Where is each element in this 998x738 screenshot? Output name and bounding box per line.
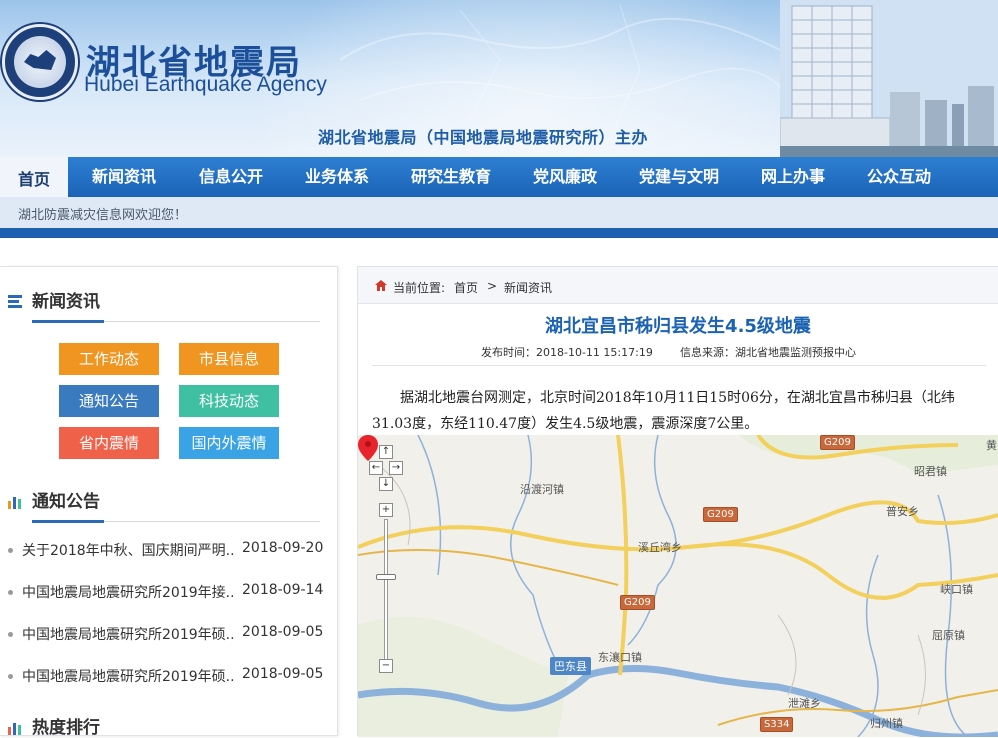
map-place-label: 屈原镇 bbox=[932, 629, 965, 642]
notice-item[interactable]: 中国地震局地震研究所2019年接... 2018-09-14 bbox=[8, 582, 326, 602]
home-icon bbox=[375, 280, 387, 291]
list-icon bbox=[8, 295, 22, 308]
bullet-icon bbox=[8, 590, 13, 595]
road-shield: G209 bbox=[820, 435, 855, 450]
category-city-county[interactable]: 市县信息 bbox=[179, 343, 279, 375]
header-building-image bbox=[780, 0, 998, 157]
notice-title[interactable]: 关于2018年中秋、国庆期间严明... bbox=[22, 540, 236, 560]
bar-chart-icon bbox=[8, 723, 21, 735]
agency-emblem-logo[interactable] bbox=[2, 24, 78, 100]
category-work-updates[interactable]: 工作动态 bbox=[59, 343, 159, 375]
map-place-label: 沿渡河镇 bbox=[520, 483, 564, 496]
welcome-bar: 湖北防震减灾信息网欢迎您！ bbox=[0, 197, 998, 228]
category-provincial-quakes[interactable]: 省内震情 bbox=[59, 427, 159, 459]
notice-date: 2018-09-20 bbox=[242, 540, 324, 556]
nav-info-disclosure[interactable]: 信息公开 bbox=[199, 157, 263, 197]
map-edge-label: 黄 bbox=[986, 439, 997, 452]
pan-right-button[interactable]: → bbox=[389, 461, 403, 475]
nav-business[interactable]: 业务体系 bbox=[305, 157, 369, 197]
breadcrumb-label: 当前位置: bbox=[393, 281, 446, 295]
category-tech-news[interactable]: 科技动态 bbox=[179, 385, 279, 417]
nav-online-services[interactable]: 网上办事 bbox=[761, 157, 825, 197]
pan-down-button[interactable]: ↓ bbox=[379, 477, 393, 491]
map-place-label: 泄滩乡 bbox=[788, 697, 821, 710]
map-place-label: 峡口镇 bbox=[940, 583, 973, 596]
notice-date: 2018-09-14 bbox=[242, 582, 324, 598]
map-place-label: 东瀼口镇 bbox=[598, 651, 642, 664]
notice-date: 2018-09-05 bbox=[242, 666, 324, 682]
nav-graduate-education[interactable]: 研究生教育 bbox=[411, 157, 491, 197]
bullet-icon bbox=[8, 674, 13, 679]
main-nav: 首页 新闻资讯 信息公开 业务体系 研究生教育 党风廉政 党建与文明 网上办事 … bbox=[0, 157, 998, 197]
breadcrumb-home-link[interactable]: 首页 bbox=[454, 279, 478, 296]
map-place-label: 溪丘湾乡 bbox=[638, 541, 682, 554]
nav-home[interactable]: 首页 bbox=[0, 157, 68, 197]
notice-item[interactable]: 中国地震局地震研究所2019年硕... 2018-09-05 bbox=[8, 624, 326, 644]
notice-date: 2018-09-05 bbox=[242, 624, 324, 640]
welcome-text: 湖北防震减灾信息网欢迎您！ bbox=[18, 208, 188, 223]
notice-title[interactable]: 中国地震局地震研究所2019年接... bbox=[22, 582, 236, 602]
zoom-in-button[interactable]: + bbox=[379, 503, 393, 517]
news-section-title: 新闻资讯 bbox=[8, 287, 100, 312]
map-base-layer bbox=[358, 435, 998, 737]
notice-title[interactable]: 中国地震局地震研究所2019年硕... bbox=[22, 624, 236, 644]
notice-title[interactable]: 中国地震局地震研究所2019年硕... bbox=[22, 666, 236, 686]
article-title: 湖北宜昌市秭归县发生4.5级地震 bbox=[545, 316, 811, 337]
breadcrumb-current[interactable]: 新闻资讯 bbox=[504, 279, 552, 296]
hot-ranking-section-title: 热度排行 bbox=[8, 713, 100, 738]
county-label: 巴东县 bbox=[550, 657, 591, 675]
news-section-underline bbox=[32, 320, 320, 323]
article-body: 据湖北地震台网测定，北京时间2018年10月11日15时06分，在湖北宜昌市秭归… bbox=[372, 390, 955, 432]
site-subtitle: 湖北省地震局（中国地震局地震研究所）主办 bbox=[318, 128, 649, 147]
map-place-label: 普安乡 bbox=[886, 505, 919, 518]
left-sidebar: 新闻资讯 工作动态 市县信息 通知公告 科技动态 省内震情 国内外震情 通知公告… bbox=[0, 266, 338, 738]
category-domestic-intl-quakes[interactable]: 国内外震情 bbox=[179, 427, 279, 459]
category-notices[interactable]: 通知公告 bbox=[59, 385, 159, 417]
pan-up-button[interactable]: ↑ bbox=[379, 445, 393, 459]
notice-item[interactable]: 关于2018年中秋、国庆期间严明... 2018-09-20 bbox=[8, 540, 326, 560]
nav-integrity[interactable]: 党风廉政 bbox=[533, 157, 597, 197]
nav-public-interaction[interactable]: 公众互动 bbox=[867, 157, 931, 197]
zoom-slider-track[interactable] bbox=[384, 519, 388, 669]
road-shield: S334 bbox=[760, 717, 794, 732]
epicenter-map[interactable]: 沿渡河镇 溪丘湾乡 东瀼口镇 昭君镇 普安乡 峡口镇 屈原镇 泄滩乡 归州镇 黄… bbox=[358, 435, 998, 737]
nav-news[interactable]: 新闻资讯 bbox=[92, 157, 156, 197]
nav-party-building[interactable]: 党建与文明 bbox=[639, 157, 719, 197]
zoom-out-button[interactable]: − bbox=[379, 659, 393, 673]
zoom-slider-handle[interactable] bbox=[376, 574, 396, 580]
map-place-label: 昭君镇 bbox=[914, 465, 947, 478]
pan-left-button[interactable]: ← bbox=[369, 461, 383, 475]
notice-item[interactable]: 中国地震局地震研究所2019年硕... 2018-09-05 bbox=[8, 666, 326, 686]
site-header: 湖北省地震局 Hubei Earthquake Agency 湖北省地震局（中国… bbox=[0, 0, 998, 157]
bullet-icon bbox=[8, 632, 13, 637]
bullet-icon bbox=[8, 548, 13, 553]
article-meta-divider bbox=[372, 365, 986, 366]
map-place-label: 归州镇 bbox=[870, 717, 903, 730]
breadcrumb-separator: > bbox=[487, 279, 498, 293]
header-divider bbox=[0, 228, 998, 238]
road-shield: G209 bbox=[620, 595, 655, 610]
article-panel: 当前位置: 首页 > 新闻资讯 湖北宜昌市秭归县发生4.5级地震 发布时间：20… bbox=[357, 266, 998, 737]
article-source: 信息来源：湖北省地震监测预报中心 bbox=[680, 346, 856, 359]
bar-chart-icon bbox=[8, 497, 21, 509]
notice-section-title: 通知公告 bbox=[8, 487, 100, 512]
article-publish-time: 发布时间：2018-10-11 15:17:19 bbox=[481, 346, 653, 359]
road-shield: G209 bbox=[703, 507, 738, 522]
site-title-en[interactable]: Hubei Earthquake Agency bbox=[84, 73, 327, 97]
notice-section-underline bbox=[32, 520, 320, 523]
epicenter-marker-icon[interactable] bbox=[358, 435, 378, 461]
breadcrumb: 当前位置: 首页 > 新闻资讯 bbox=[358, 267, 998, 304]
